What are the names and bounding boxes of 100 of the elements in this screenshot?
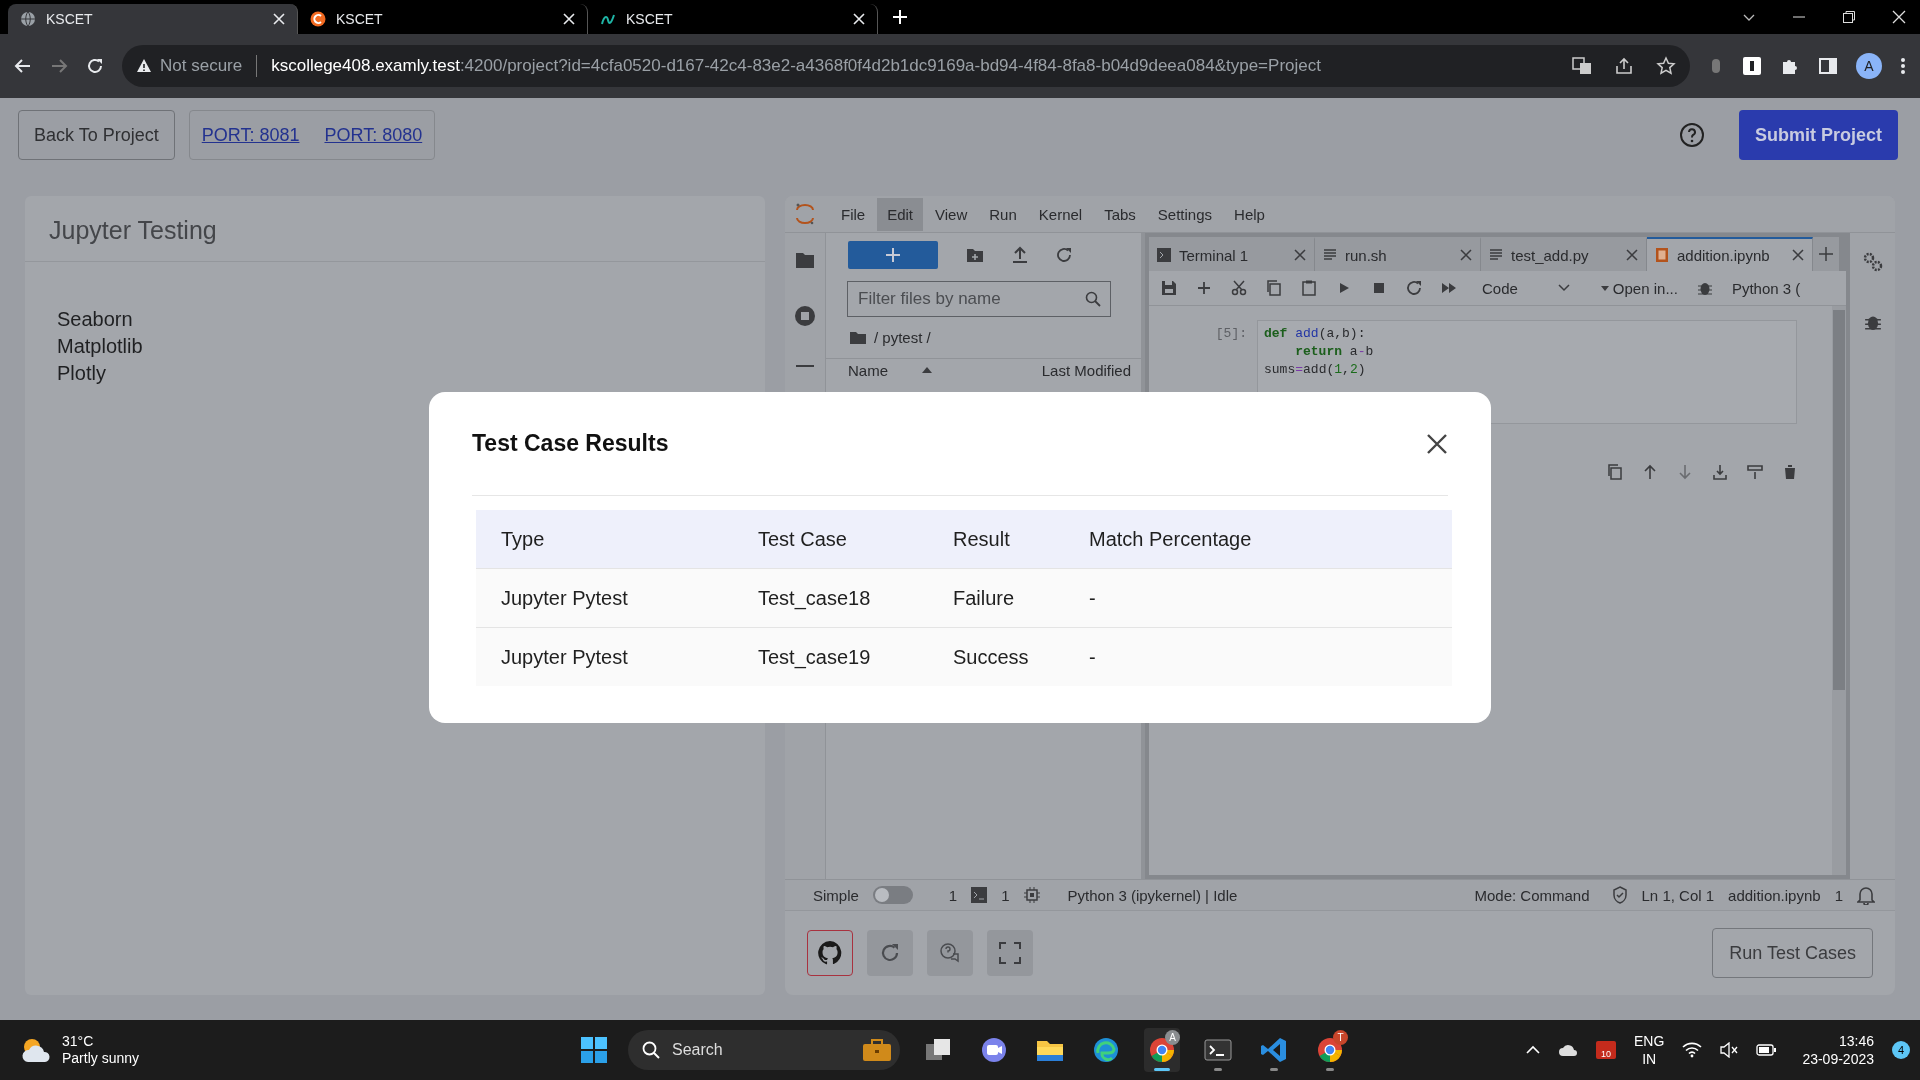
speaker-muted-icon[interactable]: [1720, 1042, 1739, 1058]
reload-button[interactable]: [867, 930, 913, 976]
column-header[interactable]: Name: [848, 361, 888, 379]
editor-tab[interactable]: Terminal 1: [1149, 237, 1315, 271]
cursor-position[interactable]: Ln 1, Col 1: [1641, 886, 1715, 904]
bell-icon[interactable]: [1857, 885, 1875, 905]
port-link[interactable]: PORT: 8080: [324, 124, 423, 146]
cell-type-dropdown[interactable]: Code: [1482, 279, 1570, 297]
insert-above-icon[interactable]: [1747, 464, 1763, 480]
new-folder-icon[interactable]: [966, 247, 984, 263]
language-label[interactable]: ENG: [1634, 1032, 1665, 1050]
menu-item[interactable]: Tabs: [1094, 197, 1146, 231]
menu-item[interactable]: Kernel: [1028, 197, 1093, 231]
terminal-icon[interactable]: [971, 887, 988, 903]
kernel-status[interactable]: Python 3 (ipykernel) | Idle: [1067, 886, 1238, 904]
address-bar[interactable]: Not secure kscollege408.examly.test:4200/project?id=4cfa0520-d167-42c4-83e2-a4368f0f4d2b1dc9169a-bd94-4f84-8fa8-b04d9deea084&type=Project: [122, 45, 1690, 87]
clock-time[interactable]: 13:46: [1838, 1032, 1874, 1050]
new-tab-icon[interactable]: [892, 9, 908, 25]
temperature[interactable]: 31°C: [62, 1033, 140, 1050]
upload-icon[interactable]: [1012, 246, 1028, 264]
browser-tab[interactable]: KSCET: [8, 4, 298, 34]
arrow-up-icon[interactable]: [1642, 464, 1658, 480]
bug-icon[interactable]: [1863, 313, 1882, 331]
notification-count[interactable]: 1: [1834, 886, 1843, 904]
scrollbar[interactable]: [1832, 306, 1846, 875]
help-icon[interactable]: [1678, 122, 1705, 148]
run-test-cases-button[interactable]: Run Test Cases: [1712, 928, 1873, 978]
forward-icon[interactable]: [50, 57, 68, 75]
clock-date[interactable]: 23-09-2023: [1802, 1050, 1874, 1068]
back-button[interactable]: Back To Project: [18, 110, 175, 160]
terminal-count[interactable]: 1: [948, 886, 958, 904]
save-icon[interactable]: [1161, 280, 1177, 296]
new-launcher-button[interactable]: [848, 241, 938, 269]
wifi-icon[interactable]: [1682, 1042, 1703, 1058]
insert-below-icon[interactable]: [1712, 464, 1728, 480]
menu-item[interactable]: Run: [979, 197, 1027, 231]
shield-icon[interactable]: [1611, 886, 1628, 904]
search-field[interactable]: Search: [628, 1030, 900, 1070]
duplicate-icon[interactable]: [1607, 464, 1623, 480]
trash-icon[interactable]: [1782, 464, 1798, 480]
region-label[interactable]: IN: [1642, 1050, 1657, 1068]
simple-toggle[interactable]: [872, 886, 913, 904]
bug-icon[interactable]: [1696, 280, 1713, 296]
clipboard-icon[interactable]: [1301, 280, 1317, 296]
restart-icon[interactable]: [1406, 280, 1422, 296]
port-link[interactable]: PORT: 8081: [201, 124, 300, 146]
editor-tab[interactable]: addition.ipynb: [1647, 237, 1813, 271]
weather-condition[interactable]: Partly sunny: [62, 1050, 140, 1067]
kernel-count[interactable]: 1: [1001, 886, 1010, 904]
extension-icon[interactable]: [1742, 56, 1762, 76]
copy-icon[interactable]: [1266, 280, 1282, 296]
reload-icon[interactable]: [86, 57, 104, 75]
fast-forward-icon[interactable]: [1441, 280, 1457, 296]
battery-icon[interactable]: [1756, 1044, 1777, 1056]
menu-item[interactable]: View: [925, 197, 978, 231]
profile-avatar[interactable]: A: [1856, 53, 1882, 79]
stop-icon[interactable]: [1371, 280, 1387, 296]
submit-button[interactable]: Submit Project: [1738, 110, 1898, 160]
scrollbar-thumb[interactable]: [1833, 310, 1845, 690]
windows-start-icon[interactable]: [580, 1036, 608, 1064]
scissors-icon[interactable]: [1231, 280, 1247, 296]
breadcrumb-path[interactable]: / pytest /: [874, 329, 931, 346]
editor-tab[interactable]: run.sh: [1315, 237, 1481, 271]
calendar-badge[interactable]: 10: [1596, 1041, 1617, 1059]
chip-icon[interactable]: [1023, 887, 1040, 903]
star-icon[interactable]: [1656, 56, 1676, 76]
restore-icon[interactable]: [1842, 10, 1856, 24]
menu-item[interactable]: Help: [1224, 197, 1275, 231]
kernel-name[interactable]: Python 3 (: [1731, 279, 1801, 297]
share-icon[interactable]: [1614, 56, 1634, 76]
refresh-icon[interactable]: [1056, 247, 1072, 263]
editor-tab[interactable]: test_add.py: [1481, 237, 1647, 271]
filter-field[interactable]: Filter files by name: [847, 281, 1111, 317]
notification-badge[interactable]: 4: [1892, 1041, 1910, 1059]
menu-item[interactable]: File: [831, 197, 876, 231]
chevron-up-icon[interactable]: [1526, 1045, 1541, 1055]
gears-icon[interactable]: [1861, 251, 1884, 273]
plus-icon[interactable]: [1196, 280, 1212, 296]
side-panel-icon[interactable]: [1818, 56, 1838, 76]
folder-icon[interactable]: [795, 251, 815, 269]
stop-circle-icon[interactable]: [794, 305, 816, 327]
file-name[interactable]: addition.ipynb: [1728, 886, 1821, 904]
close-icon[interactable]: [1426, 432, 1448, 455]
sun-cloud-icon[interactable]: [20, 1036, 52, 1064]
fullscreen-button[interactable]: [987, 930, 1033, 976]
github-button[interactable]: [807, 930, 853, 976]
menu-item[interactable]: Settings: [1147, 197, 1223, 231]
help-chat-button[interactable]: [927, 930, 973, 976]
taskbar-app[interactable]: T: [1312, 1028, 1348, 1072]
translate-icon[interactable]: [1572, 56, 1592, 76]
more-icon[interactable]: [1900, 56, 1906, 76]
cloud-icon[interactable]: [1558, 1043, 1579, 1057]
plus-icon[interactable]: [1819, 247, 1833, 261]
back-icon[interactable]: [14, 57, 32, 75]
taskbar-app[interactable]: A: [1144, 1028, 1180, 1072]
column-header[interactable]: Last Modified: [1041, 361, 1131, 379]
menu-item[interactable]: Edit: [877, 197, 924, 231]
list-icon[interactable]: [796, 363, 814, 369]
mode-status[interactable]: Mode: Command: [1474, 886, 1590, 904]
open-in-button[interactable]: Open in...: [1600, 279, 1678, 297]
